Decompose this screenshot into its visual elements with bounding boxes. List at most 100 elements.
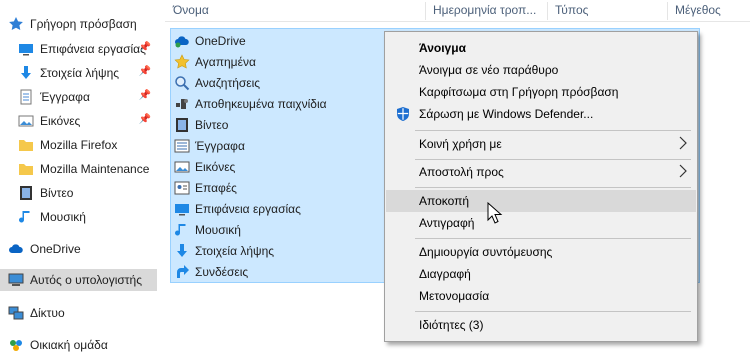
file-row-videos[interactable]: Βίντεο — [171, 114, 386, 135]
documents-icon — [20, 89, 32, 105]
documents-icon — [174, 139, 190, 153]
file-row-pictures[interactable]: Εικόνες — [171, 156, 386, 177]
download-icon — [21, 66, 31, 79]
menu-item-label: Άνοιγμα σε νέο παράθυρο — [419, 63, 559, 77]
file-name: Μουσική — [195, 223, 241, 237]
network-icon — [8, 306, 24, 320]
pin-icon[interactable]: 📌 — [139, 114, 151, 125]
menu-item-share-with[interactable]: Κοινή χρήση με — [386, 133, 696, 155]
pin-icon[interactable]: 📌 — [139, 42, 151, 53]
menu-item-pin-quick-access[interactable]: Καρφίτσωμα στη Γρήγορη πρόσβαση — [386, 81, 696, 103]
nav-this-pc[interactable]: Αυτός ο υπολογιστής — [0, 269, 157, 291]
pin-icon[interactable]: 📌 — [139, 90, 151, 101]
file-name: Βίντεο — [195, 118, 229, 132]
menu-item-label: Μετονομασία — [419, 289, 490, 303]
menu-item-copy[interactable]: Αντιγραφή — [386, 212, 696, 234]
nav-item-mozilla-maintenance[interactable]: Mozilla Maintenance — [0, 158, 157, 180]
menu-separator — [415, 311, 691, 312]
menu-item-label: Ιδιότητες (3) — [419, 318, 484, 332]
onedrive-icon — [9, 244, 23, 253]
menu-item-send-to[interactable]: Αποστολή προς — [386, 161, 696, 183]
nav-item-videos[interactable]: Βίντεο — [0, 182, 157, 204]
nav-label: Mozilla Maintenance — [40, 162, 150, 176]
file-name: Επαφές — [195, 181, 237, 195]
column-header-bar: Όνομα Ημερομηνία τροπ... Τύπος Μέγεθος — [165, 0, 750, 22]
videos-icon — [20, 186, 32, 200]
menu-item-label: Σάρωση με Windows Defender... — [419, 107, 594, 121]
file-row-onedrive[interactable]: OneDrive — [171, 30, 386, 51]
menu-item-cut[interactable]: Αποκοπή — [386, 190, 696, 212]
menu-separator — [415, 130, 691, 131]
menu-item-open[interactable]: Άνοιγμα — [386, 37, 696, 59]
nav-label: Μουσική — [40, 210, 86, 224]
file-name: Επιφάνεια εργασίας — [195, 202, 301, 216]
onedrive-icon — [175, 36, 189, 48]
file-row-contacts[interactable]: Επαφές — [171, 177, 386, 198]
context-menu: Άνοιγμα Άνοιγμα σε νέο παράθυρο Καρφίτσω… — [384, 31, 698, 342]
file-row-saved-games[interactable]: Αποθηκευμένα παιχνίδια — [171, 93, 386, 114]
menu-item-rename[interactable]: Μετονομασία — [386, 285, 696, 307]
menu-item-label: Άνοιγμα — [419, 41, 466, 55]
nav-label: Στοιχεία λήψης — [40, 66, 120, 80]
menu-item-label: Δημιουργία συντόμευσης — [419, 245, 553, 259]
column-header-type[interactable]: Τύπος — [555, 3, 588, 17]
homegroup-icon — [10, 340, 22, 351]
file-row-desktop[interactable]: Επιφάνεια εργασίας — [171, 198, 386, 219]
column-header-size[interactable]: Μέγεθος — [675, 3, 721, 17]
file-row-documents[interactable]: Έγγραφα — [171, 135, 386, 156]
folder-icon — [19, 164, 33, 175]
menu-item-create-shortcut[interactable]: Δημιουργία συντόμευσης — [386, 241, 696, 263]
nav-label: Οικιακή ομάδα — [30, 338, 108, 352]
navigation-pane: Γρήγορη πρόσβαση Επιφάνεια εργασίας 📌 Στ… — [0, 0, 157, 357]
nav-item-mozilla-firefox[interactable]: Mozilla Firefox — [0, 134, 157, 156]
column-divider[interactable] — [425, 2, 426, 20]
nav-item-desktop[interactable]: Επιφάνεια εργασίας 📌 — [0, 38, 157, 60]
contacts-icon — [174, 181, 190, 195]
games-icon — [176, 99, 188, 109]
column-divider[interactable] — [547, 2, 548, 20]
file-name: Έγγραφα — [195, 139, 245, 153]
menu-item-open-new-window[interactable]: Άνοιγμα σε νέο παράθυρο — [386, 59, 696, 81]
menu-item-properties[interactable]: Ιδιότητες (3) — [386, 314, 696, 336]
pin-icon[interactable]: 📌 — [139, 66, 151, 77]
star-icon — [9, 17, 23, 30]
column-divider[interactable] — [667, 2, 668, 20]
search-icon — [175, 76, 190, 91]
file-row-links[interactable]: Συνδέσεις — [171, 261, 386, 282]
nav-item-music[interactable]: Μουσική — [0, 206, 157, 228]
menu-item-label: Αποκοπή — [419, 194, 470, 208]
nav-item-downloads[interactable]: Στοιχεία λήψης 📌 — [0, 62, 157, 84]
nav-network[interactable]: Δίκτυο — [0, 302, 157, 324]
chevron-right-icon — [679, 164, 687, 178]
menu-item-delete[interactable]: Διαγραφή — [386, 263, 696, 285]
star-icon — [174, 54, 190, 69]
column-header-date[interactable]: Ημερομηνία τροπ... — [433, 3, 536, 17]
file-row-favorites[interactable]: Αγαπημένα — [171, 51, 386, 72]
file-row-music[interactable]: Μουσική — [171, 219, 386, 240]
nav-item-pictures[interactable]: Εικόνες 📌 — [0, 110, 157, 132]
menu-item-scan-defender[interactable]: Σάρωση με Windows Defender... — [386, 103, 696, 125]
pictures-icon — [18, 115, 34, 127]
file-name: OneDrive — [195, 34, 246, 48]
menu-item-label: Διαγραφή — [419, 267, 471, 281]
desktop-icon — [175, 204, 189, 216]
nav-label: Mozilla Firefox — [40, 138, 118, 152]
nav-label: Αυτός ο υπολογιστής — [30, 273, 142, 287]
chevron-right-icon — [679, 136, 687, 150]
menu-item-label: Αποστολή προς — [419, 165, 504, 179]
nav-quick-access[interactable]: Γρήγορη πρόσβαση — [0, 13, 157, 35]
file-row-searches[interactable]: Αναζητήσεις — [171, 72, 386, 93]
column-header-name[interactable]: Όνομα — [173, 3, 209, 17]
file-row-downloads[interactable]: Στοιχεία λήψης — [171, 240, 386, 261]
nav-label: Εικόνες — [40, 114, 81, 128]
windows-defender-shield-icon — [397, 107, 409, 121]
nav-label: Έγγραφα — [40, 90, 90, 104]
nav-homegroup[interactable]: Οικιακή ομάδα — [0, 334, 157, 356]
folder-icon — [19, 140, 33, 151]
videos-icon — [176, 118, 188, 132]
music-icon — [19, 211, 30, 223]
file-name: Συνδέσεις — [195, 265, 249, 279]
nav-label: Δίκτυο — [30, 306, 65, 320]
nav-item-documents[interactable]: Έγγραφα 📌 — [0, 86, 157, 108]
nav-onedrive[interactable]: OneDrive — [0, 238, 157, 260]
